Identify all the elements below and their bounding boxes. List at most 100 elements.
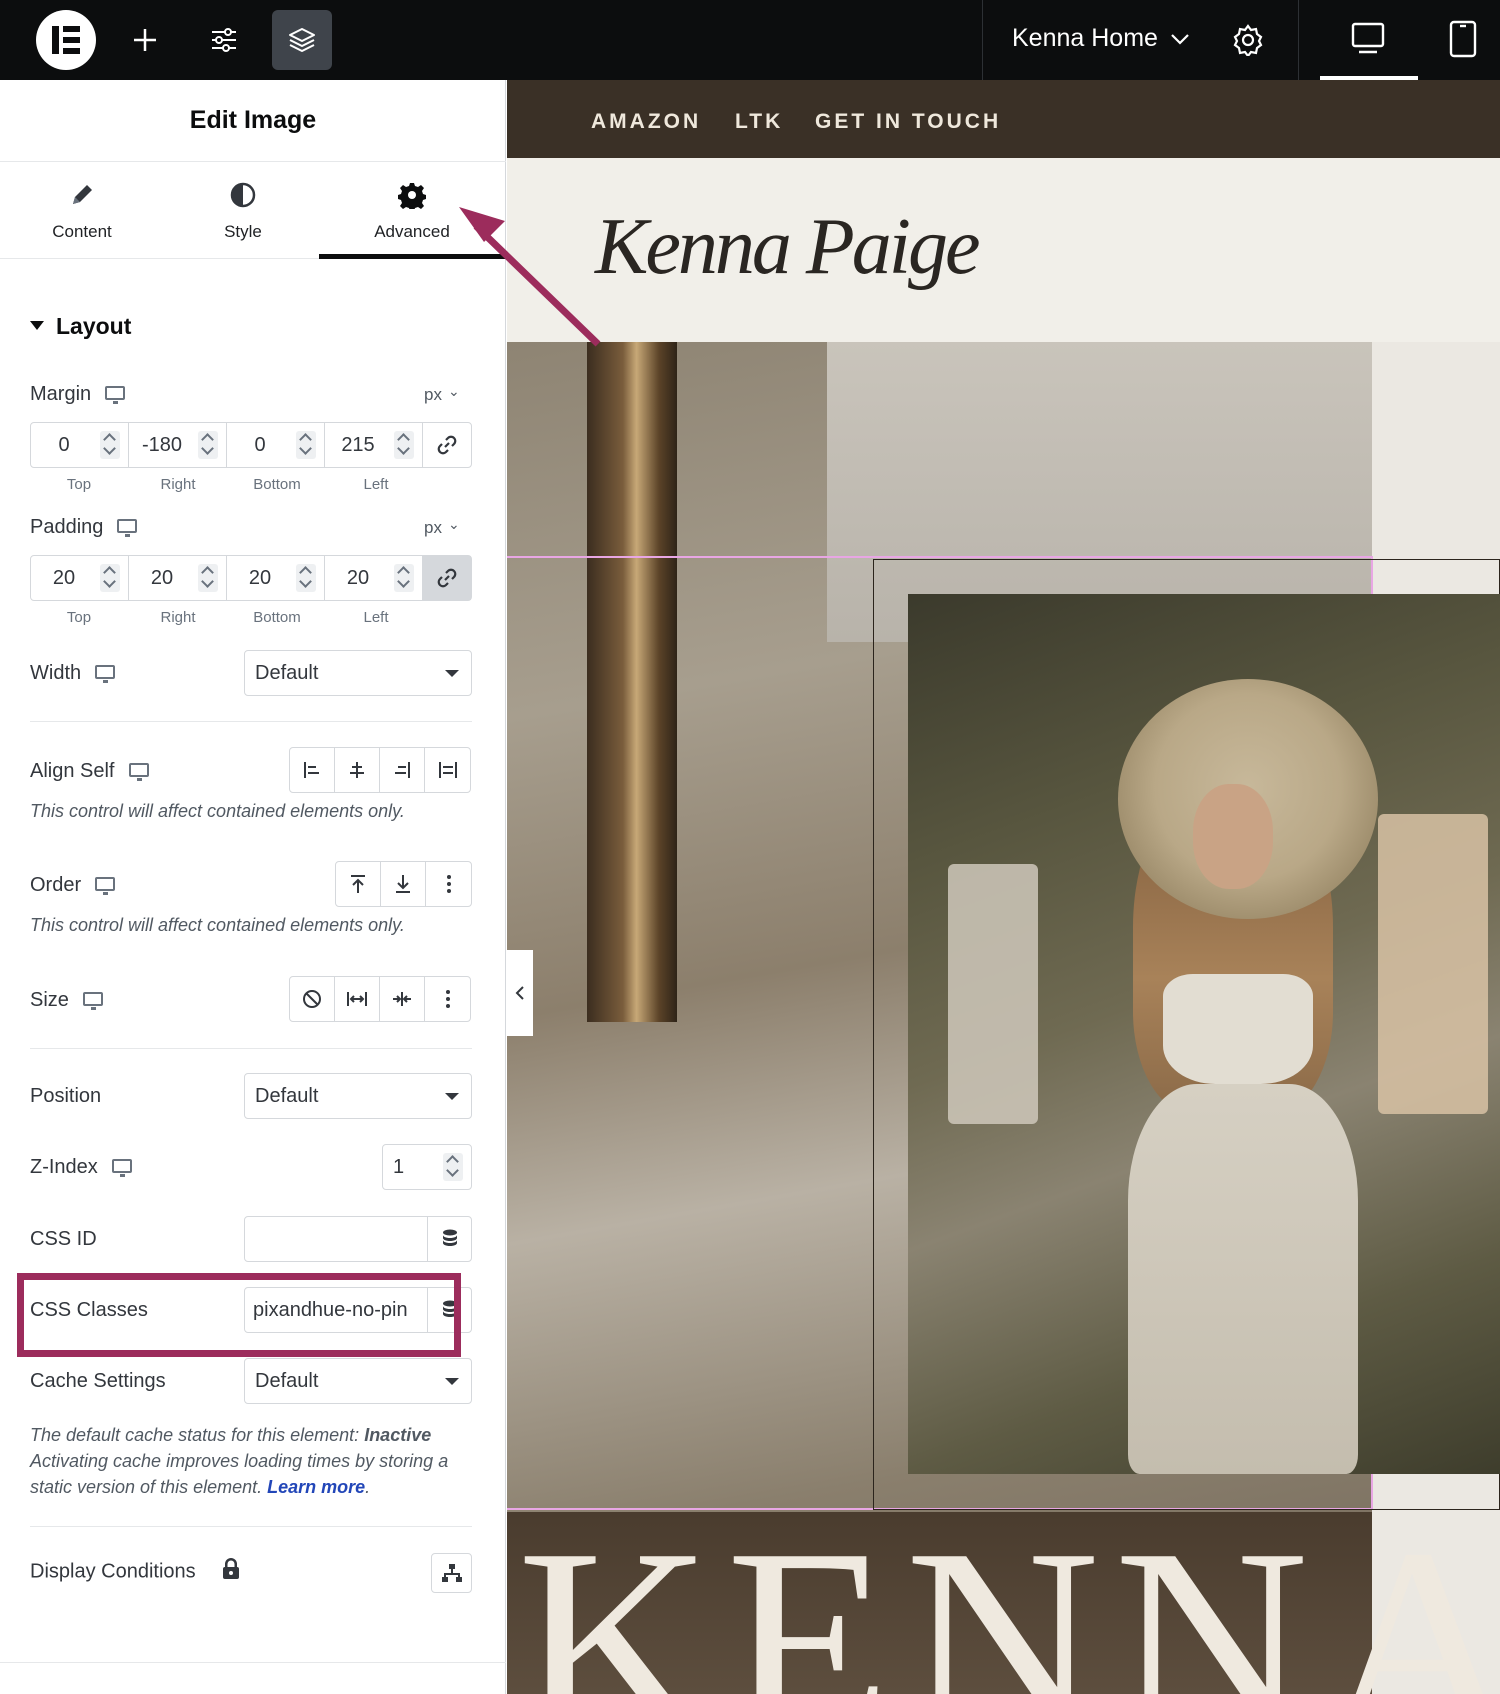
cache-settings-select[interactable]: Default (244, 1358, 472, 1404)
laundry-cloth (948, 864, 1038, 1124)
active-tab-indicator (319, 254, 506, 259)
elementor-logo-icon[interactable] (36, 10, 96, 70)
responsive-desktop-icon[interactable] (105, 385, 126, 404)
stepper-icon[interactable] (296, 564, 316, 592)
settings-gear-icon[interactable] (1232, 24, 1264, 56)
padding-top-caption: Top (66, 609, 92, 626)
margin-top-input[interactable]: 0 (31, 423, 129, 467)
size-none-button[interactable] (290, 977, 335, 1021)
align-start-button[interactable] (290, 748, 335, 792)
responsive-desktop-icon[interactable] (95, 664, 116, 683)
padding-bottom-caption: Bottom (253, 609, 301, 626)
margin-left-value: 215 (341, 434, 375, 456)
add-element-button[interactable] (115, 10, 175, 70)
stepper-icon[interactable] (198, 564, 218, 592)
section-divider (30, 721, 472, 722)
arrow-down-to-line-icon (396, 875, 410, 893)
order-more-button[interactable] (426, 862, 471, 906)
order-note: This control will affect contained eleme… (30, 915, 405, 935)
chevron-down-icon[interactable] (1170, 32, 1190, 46)
margin-label: Margin (30, 383, 126, 406)
site-name[interactable]: Kenna Home (1012, 24, 1158, 53)
align-self-label: Align Self (30, 760, 149, 783)
big-heading[interactable]: KENNA (517, 1508, 1500, 1694)
align-self-control (289, 747, 471, 793)
more-vertical-icon (446, 875, 451, 893)
section-divider (30, 1048, 472, 1049)
padding-bottom-input[interactable]: 20 (227, 556, 325, 600)
page-preview[interactable]: AMAZON LTK GET IN TOUCH Kenna Paige KENN… (507, 80, 1500, 1694)
size-shrink-button[interactable] (380, 977, 425, 1021)
stepper-icon[interactable] (296, 431, 316, 459)
stepper-icon[interactable] (100, 431, 120, 459)
figure-pants (1128, 1084, 1358, 1474)
align-center-icon (350, 762, 364, 778)
margin-unit-select[interactable]: px (424, 385, 460, 405)
z-index-input[interactable]: 1 (382, 1144, 472, 1190)
arrow-up-to-line-icon (351, 875, 365, 893)
responsive-desktop-icon[interactable] (95, 876, 116, 895)
section-layout-toggle[interactable]: Layout (30, 313, 131, 340)
nav-link-ltk[interactable]: LTK (735, 110, 783, 134)
margin-dimensions: 0 -180 0 215 (30, 422, 472, 468)
tablet-icon[interactable] (1448, 20, 1478, 58)
tab-content[interactable]: Content (2, 178, 162, 242)
collapse-panel-button[interactable] (506, 950, 533, 1036)
responsive-desktop-icon[interactable] (111, 1158, 132, 1177)
position-select[interactable]: Default (244, 1073, 472, 1119)
padding-link-button[interactable] (423, 556, 471, 600)
cache-status: Inactive (364, 1425, 432, 1445)
site-navigation: AMAZON LTK GET IN TOUCH (507, 80, 1500, 158)
margin-bottom-input[interactable]: 0 (227, 423, 325, 467)
padding-top-input[interactable]: 20 (31, 556, 129, 600)
structure-button[interactable] (272, 10, 332, 70)
margin-left-caption: Left (363, 476, 389, 493)
ban-icon (303, 990, 321, 1008)
stepper-icon[interactable] (394, 564, 414, 592)
padding-unit-select[interactable]: px (424, 518, 460, 538)
css-id-dynamic-tags-button[interactable] (427, 1216, 472, 1262)
desktop-icon[interactable] (1351, 22, 1385, 54)
responsive-desktop-icon[interactable] (117, 518, 138, 537)
padding-right-caption: Right (160, 609, 196, 626)
responsive-desktop-icon[interactable] (82, 991, 103, 1010)
site-brand-title[interactable]: Kenna Paige (595, 202, 980, 293)
padding-left-input[interactable]: 20 (325, 556, 423, 600)
padding-right-input[interactable]: 20 (129, 556, 227, 600)
width-select[interactable]: Default (244, 650, 472, 696)
tab-label: Advanced (374, 222, 450, 241)
learn-more-link[interactable]: Learn more (267, 1477, 365, 1497)
nav-link-amazon[interactable]: AMAZON (591, 110, 701, 134)
size-label: Size (30, 989, 103, 1012)
z-index-label-text: Z-Index (30, 1156, 98, 1178)
size-more-button[interactable] (425, 977, 470, 1021)
stepper-icon[interactable] (394, 431, 414, 459)
site-settings-button[interactable] (194, 10, 254, 70)
margin-left-input[interactable]: 215 (325, 423, 423, 467)
featured-image[interactable] (908, 594, 1500, 1474)
align-center-button[interactable] (335, 748, 380, 792)
css-id-input[interactable] (244, 1216, 428, 1262)
size-grow-button[interactable] (335, 977, 380, 1021)
margin-link-button[interactable] (423, 423, 471, 467)
stepper-icon[interactable] (443, 1153, 463, 1181)
more-vertical-icon (445, 990, 450, 1008)
stepper-icon[interactable] (198, 431, 218, 459)
stepper-icon[interactable] (100, 564, 120, 592)
tab-style[interactable]: Style (163, 178, 323, 242)
padding-bottom-value: 20 (248, 567, 272, 589)
cache-note-suffix: . (365, 1477, 371, 1497)
display-conditions-button[interactable] (431, 1553, 472, 1593)
order-first-button[interactable] (336, 862, 381, 906)
align-stretch-icon (438, 762, 457, 778)
database-icon (442, 1229, 457, 1246)
margin-top-value: 0 (58, 434, 70, 456)
align-stretch-button[interactable] (425, 748, 470, 792)
margin-right-input[interactable]: -180 (129, 423, 227, 467)
responsive-desktop-icon[interactable] (128, 762, 149, 781)
margin-right-value: -180 (141, 434, 183, 456)
order-last-button[interactable] (381, 862, 426, 906)
nav-link-get-in-touch[interactable]: GET IN TOUCH (815, 110, 1001, 134)
tab-advanced[interactable]: Advanced (332, 178, 492, 242)
align-end-button[interactable] (380, 748, 425, 792)
